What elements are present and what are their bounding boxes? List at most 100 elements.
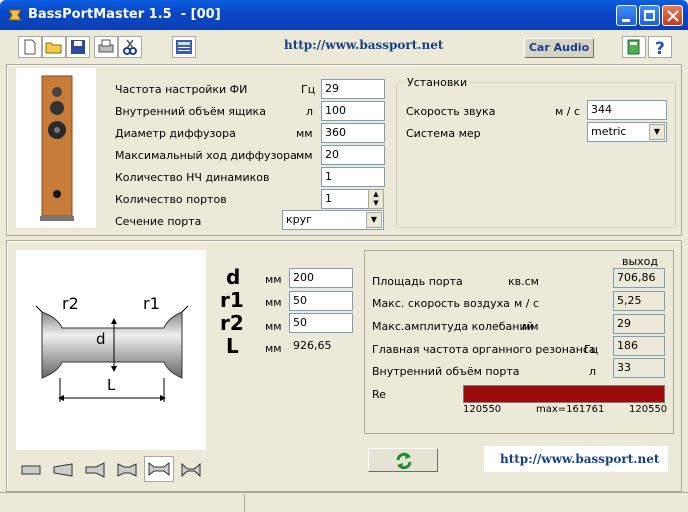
spin-up-icon[interactable]: ▲: [369, 190, 383, 199]
tuning-frequency-input[interactable]: 29: [321, 79, 385, 99]
cut-button[interactable]: [118, 36, 142, 58]
minimize-button[interactable]: [616, 5, 637, 26]
reynolds-bar-fill: [464, 386, 664, 402]
r2-unit: мм: [265, 320, 282, 333]
port-volume-value: 33: [613, 358, 665, 378]
website-link[interactable]: http://www.bassport.net: [284, 38, 443, 52]
r1-label: r1: [220, 288, 244, 312]
chevron-down-icon[interactable]: ▼: [649, 124, 665, 140]
r1-input[interactable]: 50: [289, 291, 353, 311]
horn-port-icon: [85, 462, 105, 478]
air-velocity-value: 5,25: [613, 291, 665, 311]
r2-input[interactable]: 50: [289, 313, 353, 333]
length-unit: мм: [265, 342, 282, 355]
port-area-label: Площадь порта: [372, 275, 463, 288]
maximize-button[interactable]: [639, 5, 660, 26]
output-header: выход: [622, 255, 659, 268]
car-audio-button[interactable]: Car Audio: [524, 38, 594, 58]
measure-system-select[interactable]: metric ▼: [587, 122, 667, 142]
max-excursion-input[interactable]: 20: [321, 145, 385, 165]
maximize-icon: [644, 10, 655, 21]
r2-diagram-label: r2: [62, 294, 79, 313]
r2-label: r2: [220, 311, 244, 335]
close-button[interactable]: [662, 5, 683, 26]
sound-speed-unit: м / с: [555, 105, 581, 118]
amplitude-label: Макс.амплитуда колебаний: [372, 320, 534, 333]
open-button[interactable]: [42, 36, 66, 58]
box-volume-unit: л: [306, 105, 314, 118]
minimize-icon: [622, 19, 630, 22]
spin-down-icon[interactable]: ▼: [369, 199, 383, 208]
cone-diameter-input[interactable]: 360: [321, 123, 385, 143]
d-label: d: [226, 265, 241, 289]
svg-text:?: ?: [655, 39, 665, 57]
calculator-button[interactable]: [172, 36, 196, 58]
status-bar: [0, 492, 688, 512]
horn-port-button[interactable]: [84, 460, 106, 480]
organ-resonance-label: Главная частота органного резонанса: [372, 343, 596, 356]
website-link-bottom[interactable]: http://www.bassport.net: [500, 452, 659, 466]
recalculate-button[interactable]: [368, 448, 438, 472]
amplitude-unit: мм: [522, 320, 539, 333]
save-button[interactable]: [66, 36, 90, 58]
straight-port-button[interactable]: [20, 460, 42, 480]
air-velocity-label: Макс. скорость воздуха: [372, 297, 510, 310]
d-unit: мм: [265, 273, 282, 286]
port-section-label: Сечение порта: [115, 215, 202, 228]
open-folder-icon: [45, 42, 62, 54]
cone-diameter-label: Диаметр диффузора: [115, 127, 236, 140]
max-excursion-label: Максимальный ход диффузора: [115, 149, 297, 162]
chevron-down-icon[interactable]: ▼: [366, 212, 382, 228]
narrow-flare-button[interactable]: [180, 460, 202, 480]
status-divider: [244, 494, 245, 512]
help-button[interactable]: ?: [648, 36, 672, 59]
r1-diagram-label: r1: [143, 294, 160, 313]
cone-diameter-unit: мм: [296, 127, 313, 140]
narrow-flare-icon: [181, 462, 201, 478]
save-icon: [71, 40, 85, 54]
flared-both-ends-icon: [148, 461, 170, 477]
sound-speed-label: Скорость звука: [406, 105, 496, 118]
exit-button[interactable]: [622, 36, 646, 58]
organ-resonance-value: 186: [613, 336, 665, 356]
tuning-frequency-unit: Гц: [301, 83, 316, 96]
r1-unit: мм: [265, 296, 282, 309]
double-flare-icon: [117, 463, 137, 477]
box-volume-label: Внутренний объём ящика: [115, 105, 266, 118]
port-count-spinner[interactable]: ▲ ▼: [368, 189, 384, 209]
woofer-count-input[interactable]: 1: [321, 167, 385, 187]
port-section-select[interactable]: круг ▼: [282, 210, 384, 230]
port-count-input[interactable]: 1: [321, 189, 369, 209]
reynolds-bar-track: [463, 385, 665, 403]
port-volume-label: Внутренний объём порта: [372, 365, 520, 378]
cone-port-button[interactable]: [52, 460, 74, 480]
box-volume-input[interactable]: 100: [321, 101, 385, 121]
straight-port-icon: [21, 465, 41, 475]
window-title: BassPortMaster 1.5 - [00]: [28, 7, 221, 22]
reynolds-max: max=161761: [536, 404, 605, 415]
flared-both-ends-button[interactable]: [144, 456, 174, 482]
reynolds-label: Re: [372, 388, 386, 401]
measure-system-label: Система мер: [406, 127, 481, 140]
settings-group-title: Установки: [404, 76, 471, 89]
l-diagram-label: L: [107, 376, 116, 394]
port-shape-icon: [35, 305, 189, 402]
print-icon: [98, 39, 114, 53]
double-flare-button[interactable]: [116, 460, 138, 480]
d-input[interactable]: 200: [289, 268, 353, 288]
calculator-icon: [176, 40, 192, 54]
new-file-button[interactable]: [18, 36, 42, 58]
max-excursion-unit: мм: [296, 149, 313, 162]
cut-icon: [123, 39, 137, 55]
reynolds-value-right: 120550: [629, 404, 668, 415]
length-value: 926,65: [289, 336, 353, 356]
air-velocity-unit: м / с: [514, 297, 540, 310]
length-label: L: [226, 334, 239, 358]
measure-system-value: metric: [591, 125, 627, 138]
help-icon: ?: [655, 39, 665, 59]
port-count-label: Количество портов: [115, 193, 227, 206]
print-button[interactable]: [94, 36, 118, 58]
app-icon: [8, 9, 22, 21]
port-diagram: r2 r1 d L: [16, 250, 206, 450]
sound-speed-input[interactable]: 344: [587, 100, 667, 120]
